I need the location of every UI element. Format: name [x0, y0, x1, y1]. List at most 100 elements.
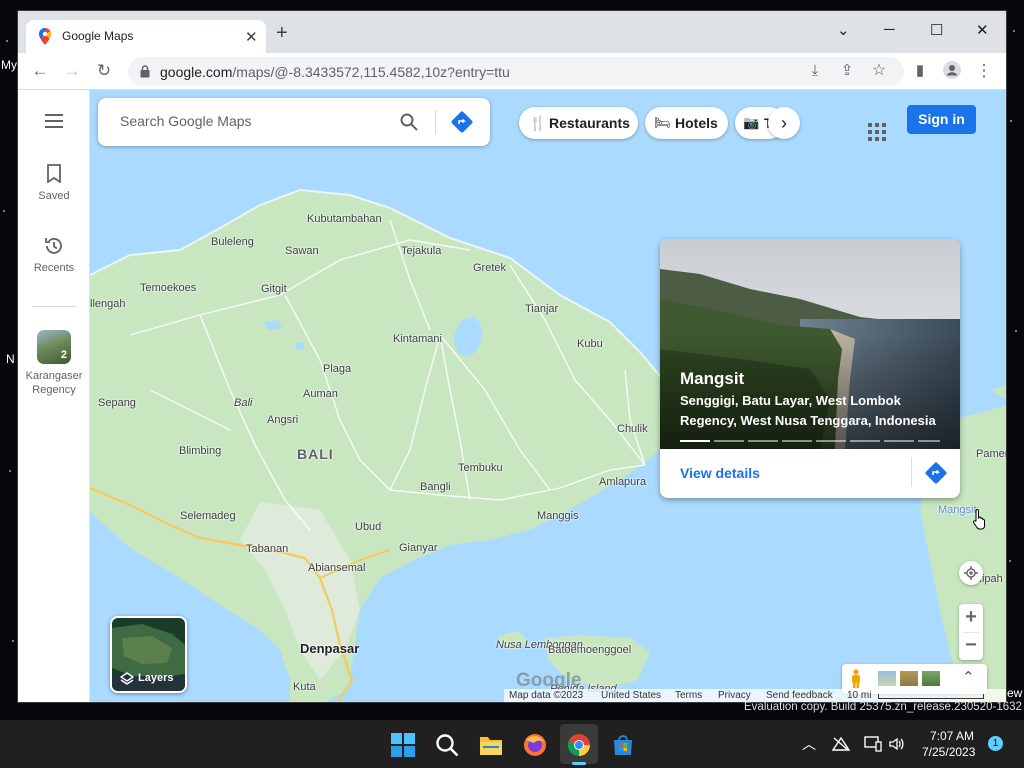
- new-tab-icon[interactable]: +: [276, 23, 288, 43]
- map-label[interactable]: Sepang: [98, 397, 136, 409]
- forward-icon[interactable]: →: [62, 61, 82, 81]
- region-link[interactable]: United States: [601, 690, 661, 701]
- map-label[interactable]: Tabanan: [246, 543, 288, 555]
- side-panel-icon[interactable]: ▮: [910, 61, 930, 81]
- sidebar-item-saved[interactable]: Saved: [18, 164, 90, 202]
- my-location-button[interactable]: [959, 561, 983, 585]
- taskbar-search-icon[interactable]: [434, 732, 460, 758]
- layers-icon: [120, 672, 134, 685]
- map-label[interactable]: Angsri: [267, 414, 298, 426]
- expand-up-icon[interactable]: ⌃: [962, 668, 975, 686]
- directions-icon[interactable]: [924, 461, 948, 485]
- close-window-icon[interactable]: ✕: [976, 21, 989, 39]
- map-label[interactable]: Pamenan: [976, 448, 1006, 460]
- map-region-label[interactable]: BALI: [297, 446, 334, 462]
- search-input[interactable]: [120, 113, 380, 129]
- desktop-icon-label[interactable]: ew: [1007, 686, 1022, 700]
- volume-icon[interactable]: [888, 736, 906, 752]
- map-label[interactable]: Kubu: [577, 338, 603, 350]
- bookmark-icon: [47, 164, 61, 184]
- imagery-thumbnail-1[interactable]: [878, 671, 896, 686]
- reload-icon[interactable]: ↻: [94, 61, 114, 81]
- map-label[interactable]: Bangli: [420, 481, 451, 493]
- desktop-icon-label[interactable]: N: [6, 352, 15, 366]
- map-label[interactable]: Selemadeg: [180, 510, 236, 522]
- map-label[interactable]: Gianyar: [399, 542, 438, 554]
- hamburger-menu-icon: [45, 114, 63, 128]
- map-label[interactable]: Gitgit: [261, 283, 287, 295]
- address-bar[interactable]: google.com/maps/@-8.3433572,115.4582,10z…: [128, 57, 904, 86]
- url-text[interactable]: google.com/maps/@-8.3433572,115.4582,10z…: [160, 64, 510, 80]
- map-canvas[interactable]: Kubutambahan Buleleng Sawan Tejakula Gre…: [90, 90, 1006, 702]
- map-label[interactable]: Tembuku: [458, 462, 503, 474]
- layers-button[interactable]: Layers: [110, 616, 187, 693]
- map-label[interactable]: Buleleng: [211, 236, 254, 248]
- map-label[interactable]: Blimbing: [179, 445, 221, 457]
- file-explorer-icon[interactable]: [478, 732, 504, 758]
- zoom-out-button[interactable]: −: [959, 632, 983, 660]
- map-label[interactable]: Sawan: [285, 245, 319, 257]
- profile-avatar-icon[interactable]: [942, 61, 962, 81]
- map-label[interactable]: Chulik: [617, 423, 648, 435]
- bookmark-star-icon[interactable]: ☆: [869, 61, 889, 81]
- chips-scroll-right-button[interactable]: ›: [768, 107, 800, 139]
- place-preview-card[interactable]: Mangsit Senggigi, Batu Layar, West Lombo…: [660, 239, 960, 498]
- firefox-icon[interactable]: [522, 732, 548, 758]
- desktop-icon-label[interactable]: My: [1, 58, 17, 72]
- map-label[interactable]: Tejakula: [401, 245, 441, 257]
- lock-icon[interactable]: [140, 65, 150, 78]
- tray-chevron-up-icon[interactable]: ︿: [802, 734, 816, 754]
- share-icon[interactable]: ⇪: [837, 61, 857, 81]
- imagery-thumbnail-3[interactable]: [922, 671, 940, 686]
- tab-google-maps[interactable]: Google Maps ✕: [26, 20, 266, 53]
- view-details-link[interactable]: View details: [680, 465, 760, 481]
- zoom-in-button[interactable]: +: [959, 604, 983, 632]
- chip-hotels[interactable]: 🛏 Hotels: [645, 107, 728, 139]
- windows-start-icon[interactable]: [390, 732, 416, 758]
- notification-badge[interactable]: 1: [988, 736, 1003, 751]
- map-label[interactable]: Temoekoes: [140, 282, 196, 294]
- map-label[interactable]: Batoemoenggoel: [548, 644, 631, 656]
- map-label[interactable]: llengah: [90, 298, 125, 310]
- map-label[interactable]: Auman: [303, 388, 338, 400]
- terms-link[interactable]: Terms: [675, 690, 702, 701]
- minimize-icon[interactable]: ─: [884, 21, 895, 38]
- map-label[interactable]: Kintamani: [393, 333, 442, 345]
- map-label[interactable]: Bali: [234, 397, 252, 409]
- map-label[interactable]: Ubud: [355, 521, 381, 533]
- maximize-icon[interactable]: ☐: [930, 21, 943, 39]
- imagery-thumbnail-2[interactable]: [900, 671, 918, 686]
- map-label[interactable]: Abiansemal: [308, 562, 365, 574]
- map-label[interactable]: Kubutambahan: [307, 213, 382, 225]
- tab-search-chevron-icon[interactable]: ⌄: [837, 21, 850, 39]
- map-city-label[interactable]: Denpasar: [300, 641, 359, 656]
- map-label-mangsit[interactable]: Mangsit: [938, 504, 977, 516]
- search-icon[interactable]: [400, 113, 418, 131]
- chip-label: Restaurants: [549, 115, 630, 131]
- map-label[interactable]: Plaga: [323, 363, 351, 375]
- recent-place-karangasem[interactable]: 2 Karangaser Regency: [18, 330, 90, 397]
- back-icon[interactable]: ←: [30, 61, 50, 81]
- more-menu-icon[interactable]: ⋮: [974, 61, 994, 81]
- map-label[interactable]: Amlapura: [599, 476, 646, 488]
- map-label[interactable]: Tianjar: [525, 303, 558, 315]
- chip-restaurants[interactable]: 🍴 Restaurants: [519, 107, 638, 139]
- sidebar-item-recents[interactable]: Recents: [18, 235, 90, 274]
- display-icon[interactable]: [864, 736, 882, 752]
- sign-in-button[interactable]: Sign in: [907, 105, 976, 134]
- pegman-icon[interactable]: [850, 669, 862, 689]
- map-label[interactable]: Manggis: [537, 510, 579, 522]
- google-apps-icon[interactable]: [868, 123, 886, 141]
- scale-label[interactable]: 10 mi: [847, 690, 871, 701]
- privacy-link[interactable]: Privacy: [718, 690, 751, 701]
- send-feedback-link[interactable]: Send feedback: [766, 690, 833, 701]
- directions-icon[interactable]: [450, 110, 474, 134]
- menu-button[interactable]: [18, 114, 90, 131]
- map-label[interactable]: Gretek: [473, 262, 506, 274]
- chrome-icon[interactable]: [566, 732, 592, 758]
- close-tab-icon[interactable]: ✕: [245, 28, 258, 46]
- map-label[interactable]: Kuta: [293, 681, 316, 693]
- install-app-icon[interactable]: ⤓: [805, 61, 825, 81]
- microsoft-store-icon[interactable]: [610, 732, 636, 758]
- network-icon[interactable]: [832, 736, 850, 752]
